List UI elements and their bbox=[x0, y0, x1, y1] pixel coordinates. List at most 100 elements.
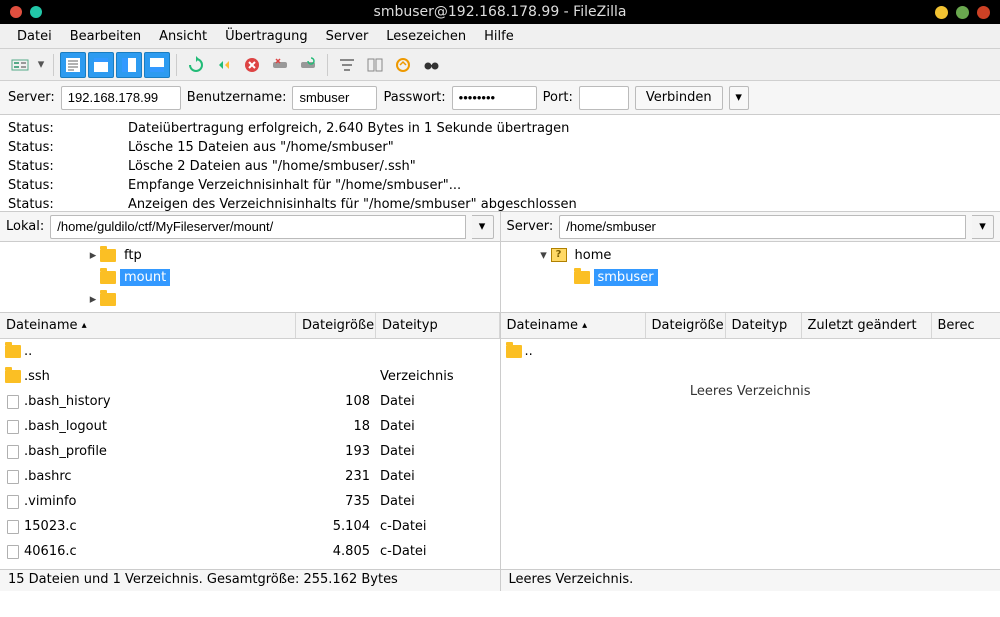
local-tree[interactable]: ▸ftp mount ▸ bbox=[0, 242, 500, 312]
expand-icon[interactable]: ▸ bbox=[86, 248, 100, 263]
col-size[interactable]: Dateigröße bbox=[296, 313, 376, 338]
log-label: Status: bbox=[8, 119, 128, 138]
remote-path-input[interactable] bbox=[559, 215, 966, 239]
log-label: Status: bbox=[8, 176, 128, 195]
file-size: 735 bbox=[296, 494, 376, 509]
expand-icon[interactable]: ▸ bbox=[86, 292, 100, 307]
tree-node-ftp[interactable]: ▸ftp bbox=[0, 244, 500, 266]
disconnect-icon[interactable] bbox=[267, 52, 293, 78]
file-name: .viminfo bbox=[22, 494, 296, 509]
menu-lesezeichen[interactable]: Lesezeichen bbox=[377, 26, 475, 47]
file-type: Verzeichnis bbox=[376, 369, 494, 384]
list-item[interactable]: .bash_logout18Datei bbox=[0, 414, 500, 439]
file-icon bbox=[7, 520, 19, 534]
file-lists: Dateiname▴ Dateigröße Dateityp .. .sshVer… bbox=[0, 313, 1000, 569]
quickconnect-bar: Server: Benutzername: Passwort: Port: Ve… bbox=[0, 81, 1000, 115]
remote-path-dropdown[interactable]: ▾ bbox=[972, 215, 994, 239]
maximize-icon[interactable] bbox=[956, 6, 969, 19]
tree-node-home[interactable]: ▾?home bbox=[501, 244, 1000, 266]
menu-hilfe[interactable]: Hilfe bbox=[475, 26, 523, 47]
port-input[interactable] bbox=[579, 86, 629, 110]
menu-server[interactable]: Server bbox=[317, 26, 378, 47]
file-type: c-Datei bbox=[376, 544, 494, 559]
menu-ansicht[interactable]: Ansicht bbox=[150, 26, 216, 47]
remote-list-body[interactable]: .. Leeres Verzeichnis bbox=[501, 339, 1000, 569]
connect-button[interactable]: Verbinden bbox=[635, 86, 723, 110]
local-list-body[interactable]: ...sshVerzeichnis.bash_history108Datei.b… bbox=[0, 339, 500, 569]
file-name: 15023.c bbox=[22, 519, 296, 534]
list-item[interactable]: .bashrc231Datei bbox=[0, 464, 500, 489]
port-label: Port: bbox=[543, 90, 573, 105]
file-icon bbox=[7, 545, 19, 559]
list-item[interactable]: 40616.c4.805c-Datei bbox=[0, 539, 500, 564]
cancel-icon[interactable] bbox=[239, 52, 265, 78]
remote-tree[interactable]: ▾?home smbuser bbox=[501, 242, 1000, 312]
local-path-input[interactable] bbox=[50, 215, 465, 239]
message-log[interactable]: Status:Dateiübertragung erfolgreich, 2.6… bbox=[0, 115, 1000, 212]
file-name: .. bbox=[523, 344, 646, 359]
col-name[interactable]: Dateiname▴ bbox=[501, 313, 646, 338]
toggle-local-tree-icon[interactable] bbox=[88, 52, 114, 78]
log-message: Empfange Verzeichnisinhalt für "/home/sm… bbox=[128, 176, 461, 195]
col-name[interactable]: Dateiname▴ bbox=[0, 313, 296, 338]
minimize-icon[interactable] bbox=[935, 6, 948, 19]
file-size: 108 bbox=[296, 394, 376, 409]
server-input[interactable] bbox=[61, 86, 181, 110]
menu-datei[interactable]: Datei bbox=[8, 26, 61, 47]
compare-icon[interactable] bbox=[362, 52, 388, 78]
user-label: Benutzername: bbox=[187, 90, 287, 105]
list-item[interactable]: .sshVerzeichnis bbox=[0, 364, 500, 389]
tree-node-mount[interactable]: mount bbox=[0, 266, 500, 288]
file-size: 4.805 bbox=[296, 544, 376, 559]
folder-icon bbox=[506, 345, 522, 358]
log-message: Lösche 2 Dateien aus "/home/smbuser/.ssh… bbox=[128, 157, 416, 176]
file-icon bbox=[7, 420, 19, 434]
remote-path-bar: Server: ▾ bbox=[501, 212, 1000, 242]
tree-node-extra[interactable]: ▸ bbox=[0, 288, 500, 310]
toggle-remote-tree-icon[interactable] bbox=[116, 52, 142, 78]
site-manager-dropdown[interactable]: ▾ bbox=[34, 57, 48, 72]
log-label: Status: bbox=[8, 138, 128, 157]
filter-icon[interactable] bbox=[334, 52, 360, 78]
user-input[interactable] bbox=[292, 86, 377, 110]
search-icon[interactable] bbox=[418, 52, 444, 78]
file-name: .. bbox=[22, 344, 296, 359]
col-modified[interactable]: Zuletzt geändert bbox=[802, 313, 932, 338]
list-item[interactable]: .bash_history108Datei bbox=[0, 389, 500, 414]
list-item[interactable]: .. bbox=[0, 339, 500, 364]
password-input[interactable] bbox=[452, 86, 537, 110]
remote-status: Leeres Verzeichnis. bbox=[501, 570, 1000, 591]
menu-bearbeiten[interactable]: Bearbeiten bbox=[61, 26, 150, 47]
remote-list-header: Dateiname▴ Dateigröße Dateityp Zuletzt g… bbox=[501, 313, 1000, 339]
empty-message: Leeres Verzeichnis bbox=[501, 364, 1000, 399]
local-pane: Lokal: ▾ ▸ftp mount ▸ bbox=[0, 212, 501, 312]
log-label: Status: bbox=[8, 157, 128, 176]
list-item[interactable]: .viminfo735Datei bbox=[0, 489, 500, 514]
toggle-queue-icon[interactable] bbox=[144, 52, 170, 78]
col-size[interactable]: Dateigröße bbox=[646, 313, 726, 338]
collapse-icon[interactable]: ▾ bbox=[537, 248, 551, 263]
tree-node-smbuser[interactable]: smbuser bbox=[501, 266, 1000, 288]
reconnect-icon[interactable] bbox=[295, 52, 321, 78]
sync-browse-icon[interactable] bbox=[390, 52, 416, 78]
list-item[interactable]: .. bbox=[501, 339, 1000, 364]
file-name: .bashrc bbox=[22, 469, 296, 484]
col-type[interactable]: Dateityp bbox=[376, 313, 500, 338]
file-size: 5.104 bbox=[296, 519, 376, 534]
local-path-dropdown[interactable]: ▾ bbox=[472, 215, 494, 239]
window-title: smbuser@192.168.178.99 - FileZilla bbox=[0, 4, 1000, 20]
connect-dropdown[interactable]: ▾ bbox=[729, 86, 749, 110]
toggle-log-icon[interactable] bbox=[60, 52, 86, 78]
col-type[interactable]: Dateityp bbox=[726, 313, 802, 338]
list-item[interactable]: .bash_profile193Datei bbox=[0, 439, 500, 464]
menu-uebertragung[interactable]: Übertragung bbox=[216, 26, 317, 47]
process-queue-icon[interactable] bbox=[211, 52, 237, 78]
refresh-icon[interactable] bbox=[183, 52, 209, 78]
file-size: 231 bbox=[296, 469, 376, 484]
col-perm[interactable]: Berec bbox=[932, 313, 1000, 338]
list-item[interactable]: 15023.c5.104c-Datei bbox=[0, 514, 500, 539]
remote-file-list: Dateiname▴ Dateigröße Dateityp Zuletzt g… bbox=[501, 313, 1000, 569]
site-manager-icon[interactable] bbox=[7, 52, 33, 78]
close-icon[interactable] bbox=[977, 6, 990, 19]
folder-icon bbox=[574, 271, 590, 284]
